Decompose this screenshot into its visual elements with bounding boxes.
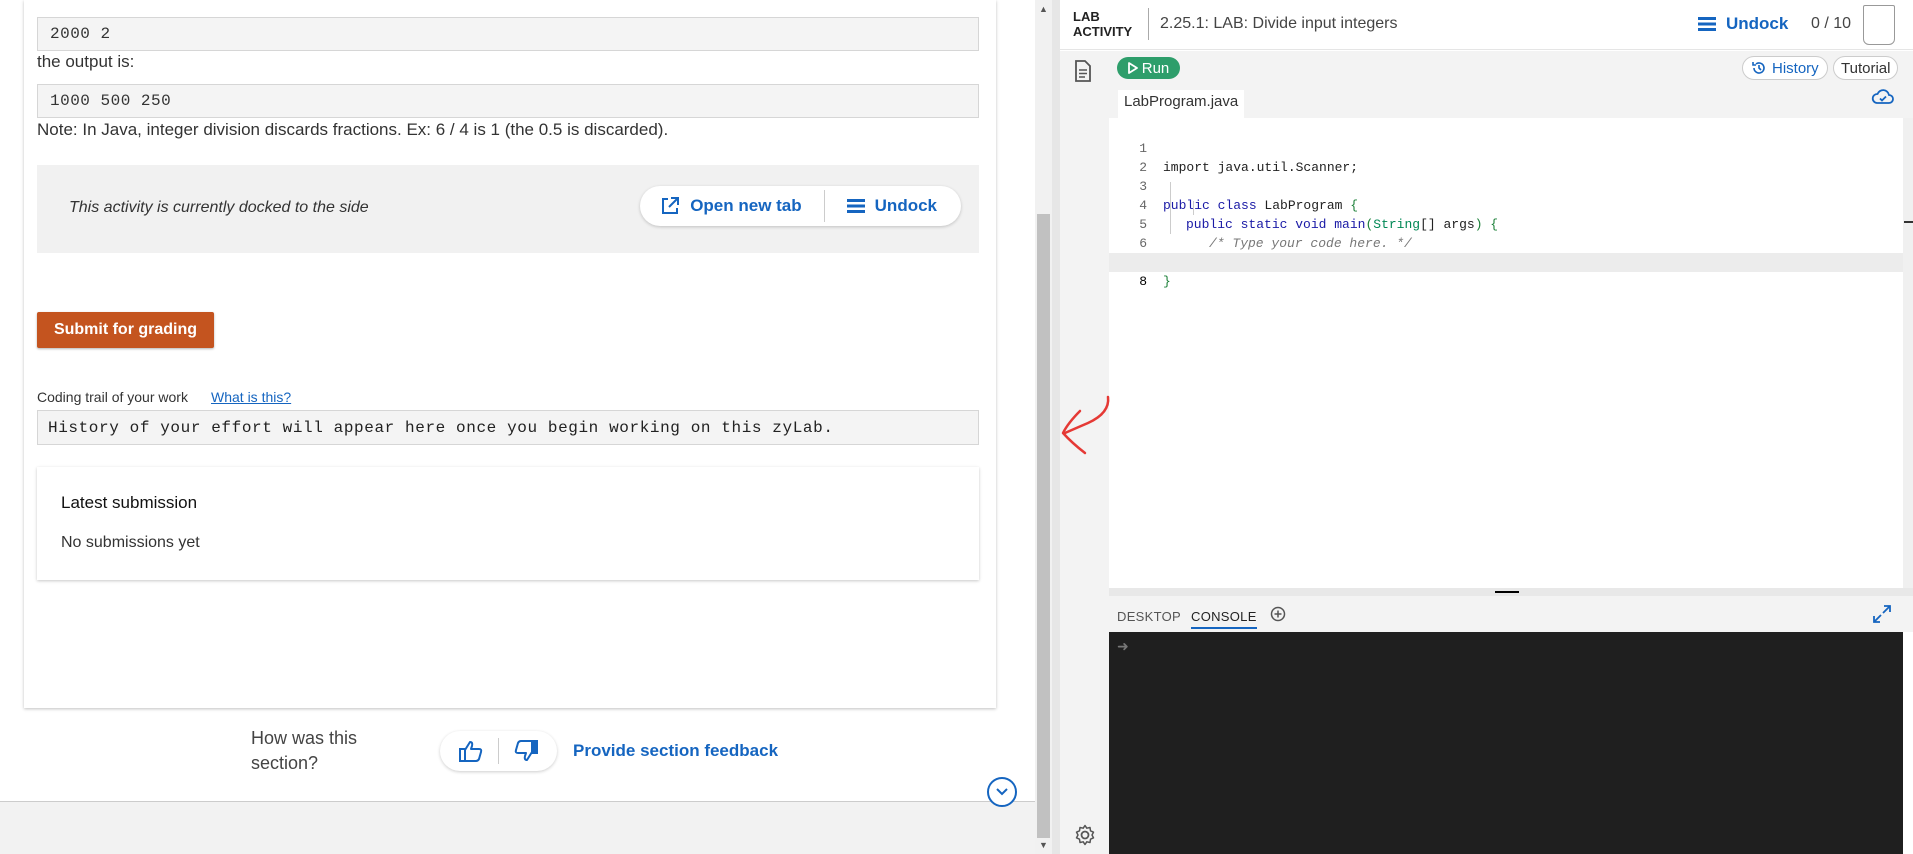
scroll-down-button[interactable] [987,777,1017,807]
dock-notice-panel: This activity is currently docked to the… [37,165,979,253]
run-label: Run [1141,59,1170,77]
completion-badge-icon [1863,5,1895,45]
console-output[interactable]: ➜ [1109,632,1903,854]
console-prompt: ➜ [1117,638,1129,654]
submit-for-grading-button[interactable]: Submit for grading [37,312,214,348]
header-undock-button[interactable]: Undock [1698,14,1788,34]
history-button[interactable]: History [1742,56,1828,80]
thumbs-down-icon[interactable] [514,740,538,762]
expand-icon[interactable] [1872,604,1892,624]
play-icon [1127,62,1138,74]
line-number: 8 [1139,274,1147,289]
scroll-thumb[interactable] [1037,214,1050,838]
chevron-down-icon [996,788,1008,796]
code-line[interactable]: 2 [1109,139,1903,175]
code-line[interactable]: 5 /* Type your code here. */ [1109,196,1903,251]
dock-actions: Open new tab Undock [640,186,961,226]
sample-output-box: 1000 500 250 [37,84,979,118]
cloud-sync-icon[interactable] [1871,87,1895,107]
footer-area [0,802,1035,854]
score: 0 / 10 [1811,15,1852,32]
lab-title: 2.25.1: LAB: Divide input integers [1160,15,1398,32]
indent-guide [1193,201,1194,215]
thumbs-divider [497,738,499,764]
history-label: History [1772,59,1819,77]
indent-guide [1170,182,1171,234]
settings-gear-icon[interactable] [1074,824,1096,846]
coding-trail-label: Coding trail of your work [37,389,188,405]
latest-submission-text: No submissions yet [61,534,200,551]
feedback-question: How was this section? [251,728,358,773]
scroll-up-arrow-icon[interactable]: ▲ [1039,4,1048,14]
page: 2000 2 the output is: 1000 500 250 Note:… [0,0,1913,854]
lab-tag-line1: LAB [1073,9,1100,24]
code-line[interactable]: 7 } [1109,234,1903,289]
code-editor[interactable]: 1 import java.util.Scanner; 2 3 public c… [1109,118,1903,588]
open-new-tab-label: Open new tab [690,196,802,215]
external-link-icon [662,197,680,214]
output-label: the output is: [37,52,135,71]
history-icon [1752,62,1765,74]
latest-submission-title: Latest submission [61,493,198,512]
resize-handle[interactable] [1495,591,1519,593]
editor-scrollbar[interactable] [1903,118,1913,588]
lab-activity-tag: LAB ACTIVITY [1073,9,1132,39]
undock-icon [1698,17,1716,31]
sample-input-box: 2000 2 [37,17,979,51]
provide-section-feedback-link[interactable]: Provide section feedback [573,741,778,761]
lab-tag-line2: ACTIVITY [1073,24,1133,39]
annotation-arrow-icon [1061,395,1110,455]
divider [823,190,825,222]
code-line-active[interactable]: 8 [1109,253,1903,289]
coding-trail-box: History of your effort will appear here … [37,410,979,445]
code-line[interactable]: 4 public static void main(String[] args)… [1109,177,1903,232]
open-new-tab-button[interactable]: Open new tab [660,196,802,216]
tab-console[interactable]: CONSOLE [1191,609,1257,629]
code-line[interactable]: 6 } [1109,215,1903,270]
lab-header: LAB ACTIVITY 2.25.1: LAB: Divide input i… [1060,0,1913,50]
page-scrollbar[interactable]: ▲ ▼ [1035,0,1052,854]
lab-pane: LAB ACTIVITY 2.25.1: LAB: Divide input i… [1060,0,1913,854]
what-is-this-link[interactable]: What is this? [211,389,291,405]
content-pane: 2000 2 the output is: 1000 500 250 Note:… [0,0,1035,854]
code-line[interactable]: 1 import java.util.Scanner; [1109,120,1903,175]
document-icon[interactable] [1074,60,1092,82]
feedback-thumbs [440,731,557,771]
thumbs-up-icon[interactable] [459,740,483,762]
scroll-down-arrow-icon[interactable]: ▼ [1039,840,1048,850]
header-divider [1148,8,1149,40]
integer-division-note: Note: In Java, integer division discards… [37,120,669,139]
undock-icon [846,199,865,213]
tab-desktop[interactable]: DESKTOP [1117,609,1181,624]
cursor-marker [1904,221,1913,223]
run-button[interactable]: Run [1117,57,1180,79]
latest-submission-card: Latest submission No submissions yet [37,467,979,580]
dock-message: This activity is currently docked to the… [69,199,369,216]
add-tab-icon[interactable] [1270,606,1286,622]
undock-button[interactable]: Undock [846,196,937,216]
header-undock-label: Undock [1726,14,1789,33]
tutorial-button[interactable]: Tutorial [1833,56,1899,80]
file-tab-labprogram[interactable]: LabProgram.java [1118,90,1245,118]
undock-label: Undock [874,196,937,215]
code-line[interactable]: 3 public class LabProgram { [1109,158,1903,213]
